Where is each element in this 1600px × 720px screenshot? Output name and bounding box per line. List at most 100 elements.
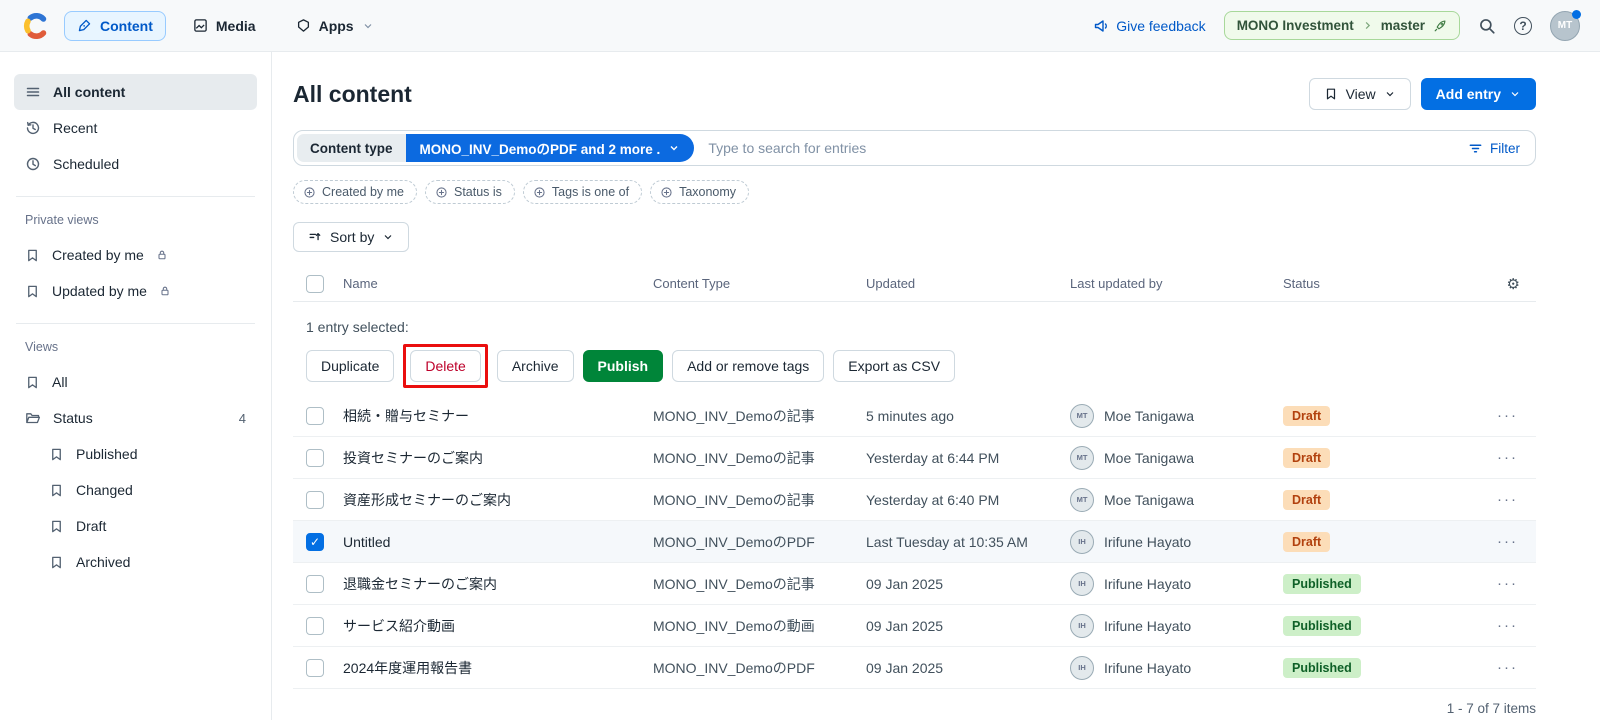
row-actions-menu-icon[interactable]: ··· xyxy=(1497,617,1536,634)
table-settings-gear-icon[interactable]: ⚙ xyxy=(1507,275,1536,293)
row-actions-menu-icon[interactable]: ··· xyxy=(1497,491,1536,508)
entry-updated: 09 Jan 2025 xyxy=(866,575,944,592)
tab-media-label: Media xyxy=(215,17,256,34)
row-actions-menu-icon[interactable]: ··· xyxy=(1497,533,1536,550)
status-badge: Draft xyxy=(1283,489,1331,510)
entry-updated-by: Moe Tanigawa xyxy=(1104,449,1195,466)
apps-icon xyxy=(297,19,309,32)
filter-link-label: Filter xyxy=(1490,140,1520,156)
sidebar-item-published[interactable]: Published xyxy=(38,436,257,472)
sidebar-item-status[interactable]: Status 4 xyxy=(14,400,257,436)
export-as-csv-button[interactable]: Export as CSV xyxy=(833,350,956,382)
entry-content-type: MONO_INV_Demoの記事 xyxy=(653,491,815,508)
row-actions-menu-icon[interactable]: ··· xyxy=(1497,575,1536,592)
row-checkbox[interactable] xyxy=(306,616,324,635)
sidebar-item-draft[interactable]: Draft xyxy=(38,508,257,544)
table-row[interactable]: 退職金セミナーのご案内 MONO_INV_Demoの記事 09 Jan 2025… xyxy=(293,563,1536,605)
sidebar-item-updated-by-me[interactable]: Updated by me xyxy=(14,273,257,309)
row-checkbox[interactable] xyxy=(306,448,324,467)
entry-content-type: MONO_INV_Demoの記事 xyxy=(653,449,815,466)
sidebar-item-label: Updated by me xyxy=(52,283,147,299)
sidebar-item-recent[interactable]: Recent xyxy=(14,110,257,146)
main-content: All content View Add entry Content type … xyxy=(272,52,1600,720)
row-actions-menu-icon[interactable]: ··· xyxy=(1497,449,1536,466)
chevron-right-icon xyxy=(1365,21,1370,30)
column-header-last-updated-by[interactable]: Last updated by xyxy=(1070,276,1283,291)
row-checkbox[interactable] xyxy=(306,406,324,425)
add-entry-button[interactable]: Add entry xyxy=(1420,78,1536,110)
delete-button[interactable]: Delete xyxy=(410,350,481,382)
content-type-filter-label[interactable]: Content type xyxy=(297,134,406,162)
search-input[interactable] xyxy=(694,140,1456,156)
table-row-selected[interactable]: ✓ Untitled MONO_INV_DemoのPDF Last Tuesda… xyxy=(293,521,1536,563)
row-checkbox[interactable] xyxy=(306,490,324,509)
entry-updated-by: Moe Tanigawa xyxy=(1104,407,1195,424)
filter-pill-status-is[interactable]: Status is xyxy=(424,180,515,204)
filter-pill-taxonomy[interactable]: Taxonomy xyxy=(650,180,750,204)
search-bar: Content type MONO_INV_DemoのPDF and 2 mor… xyxy=(293,130,1536,166)
circle-plus-icon xyxy=(533,186,546,199)
sidebar-item-all[interactable]: All xyxy=(14,364,257,400)
circle-plus-icon xyxy=(660,186,673,199)
tab-media[interactable]: Media xyxy=(180,11,269,41)
sidebar-item-label: All xyxy=(52,374,68,390)
filter-link[interactable]: Filter xyxy=(1456,141,1532,156)
sidebar-item-scheduled[interactable]: Scheduled xyxy=(14,146,257,182)
row-actions-menu-icon[interactable]: ··· xyxy=(1497,659,1536,676)
give-feedback-link[interactable]: Give feedback xyxy=(1093,18,1206,34)
lock-icon xyxy=(159,285,171,297)
user-avatar: MT xyxy=(1070,487,1094,512)
entry-updated-by: Irifune Hayato xyxy=(1104,575,1192,592)
publish-button[interactable]: Publish xyxy=(582,350,664,382)
space-environment-badge[interactable]: MONO Investment master xyxy=(1223,11,1460,40)
entry-name: 退職金セミナーのご案内 xyxy=(343,575,497,592)
clock-icon xyxy=(25,156,41,172)
divider xyxy=(16,323,255,324)
sidebar-item-label: Created by me xyxy=(52,247,144,263)
topbar-right: Give feedback MONO Investment master ? M… xyxy=(1093,9,1581,41)
sidebar-item-created-by-me[interactable]: Created by me xyxy=(14,237,257,273)
column-header-name[interactable]: Name xyxy=(343,276,653,291)
archive-button[interactable]: Archive xyxy=(496,350,574,382)
entry-content-type: MONO_INV_Demoの記事 xyxy=(653,575,815,592)
table-row[interactable]: サービス紹介動画 MONO_INV_Demoの動画 09 Jan 2025 IH… xyxy=(293,605,1536,647)
search-icon[interactable] xyxy=(1478,17,1496,35)
row-actions-menu-icon[interactable]: ··· xyxy=(1497,407,1536,424)
user-avatar: MT xyxy=(1070,445,1094,470)
sidebar-item-changed[interactable]: Changed xyxy=(38,472,257,508)
row-checkbox[interactable] xyxy=(306,574,324,593)
filter-pill-created-by-me[interactable]: Created by me xyxy=(293,180,417,204)
row-checkbox-checked[interactable]: ✓ xyxy=(306,532,324,551)
content-type-filter-value[interactable]: MONO_INV_DemoのPDF and 2 more . xyxy=(405,134,695,162)
contentful-logo[interactable] xyxy=(20,11,50,41)
table-header: Name Content Type Updated Last updated b… xyxy=(293,266,1536,302)
tab-apps[interactable]: Apps xyxy=(283,11,387,41)
tab-content[interactable]: Content xyxy=(64,10,166,41)
sidebar-item-label: Archived xyxy=(76,554,131,570)
entry-name: サービス紹介動画 xyxy=(343,617,455,634)
status-badge: Published xyxy=(1283,657,1361,678)
duplicate-button[interactable]: Duplicate xyxy=(306,350,395,382)
help-icon[interactable]: ? xyxy=(1514,16,1532,35)
column-header-status[interactable]: Status xyxy=(1283,276,1450,291)
select-all-checkbox[interactable] xyxy=(306,274,324,293)
column-header-content-type[interactable]: Content Type xyxy=(653,276,866,291)
add-or-remove-tags-button[interactable]: Add or remove tags xyxy=(672,350,825,382)
filter-pill-tags-is-one-of[interactable]: Tags is one of xyxy=(522,180,643,204)
table-row[interactable]: 投資セミナーのご案内 MONO_INV_Demoの記事 Yesterday at… xyxy=(293,437,1536,479)
view-button[interactable]: View xyxy=(1308,78,1411,110)
sidebar-item-all-content[interactable]: All content xyxy=(14,74,257,110)
chevron-down-icon xyxy=(1386,92,1394,97)
table-row[interactable]: 2024年度運用報告書 MONO_INV_DemoのPDF 09 Jan 202… xyxy=(293,647,1536,689)
environment-name: master xyxy=(1380,18,1425,33)
avatar[interactable]: MT xyxy=(1550,9,1581,41)
row-checkbox[interactable] xyxy=(306,658,324,677)
sort-by-button[interactable]: Sort by xyxy=(293,222,410,252)
column-header-updated[interactable]: Updated xyxy=(866,276,1070,291)
sidebar-item-label: Recent xyxy=(53,120,98,136)
sidebar-item-archived[interactable]: Archived xyxy=(38,544,257,580)
table-row[interactable]: 相続・贈与セミナー MONO_INV_Demoの記事 5 minutes ago… xyxy=(293,395,1536,437)
image-icon xyxy=(194,19,207,32)
table-row[interactable]: 資産形成セミナーのご案内 MONO_INV_Demoの記事 Yesterday … xyxy=(293,479,1536,521)
rocket-icon xyxy=(1434,20,1446,31)
